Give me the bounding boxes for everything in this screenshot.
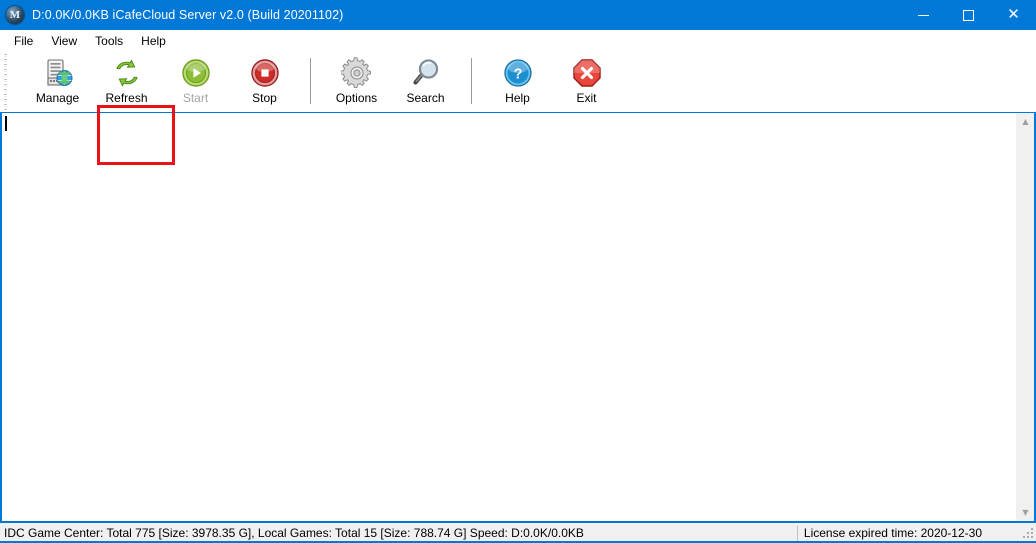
chevron-down-icon[interactable]: ▼ — [1017, 504, 1034, 521]
toolbar-button-stop[interactable]: Stop — [230, 55, 299, 109]
toolbar-button-help[interactable]: ? Help — [483, 55, 552, 109]
play-circle-icon — [180, 57, 212, 89]
minimize-icon — [918, 15, 929, 16]
status-license-text: License expired time: 2020-12-30 — [804, 526, 982, 540]
toolbar-button-manage-label: Manage — [36, 92, 79, 105]
close-icon: ✕ — [1007, 7, 1020, 22]
app-icon[interactable]: M — [6, 6, 24, 24]
refresh-arrows-icon — [111, 57, 143, 89]
close-button[interactable]: ✕ — [991, 0, 1036, 30]
minimize-button[interactable] — [901, 0, 946, 30]
status-divider — [797, 526, 798, 541]
toolbar-drag-grip[interactable] — [2, 54, 11, 110]
toolbar-button-start[interactable]: Start — [161, 55, 230, 109]
status-bar: IDC Game Center: Total 775 [Size: 3978.3… — [0, 522, 1036, 543]
vertical-scrollbar[interactable]: ▲ ▼ — [1016, 113, 1034, 521]
toolbar-button-help-label: Help — [505, 92, 530, 105]
scrollbar-track[interactable] — [1017, 130, 1034, 504]
toolbar-button-refresh[interactable]: Refresh — [92, 55, 161, 109]
resize-grip[interactable] — [1022, 527, 1034, 539]
toolbar-button-options-label: Options — [336, 92, 377, 105]
help-circle-icon: ? — [502, 57, 534, 89]
toolbar-button-options[interactable]: Options — [322, 55, 391, 109]
magnifier-icon — [410, 57, 442, 89]
toolbar-separator-1 — [310, 58, 311, 104]
toolbar: Manage Refresh — [0, 53, 1036, 112]
menu-item-tools[interactable]: Tools — [86, 32, 132, 50]
window-controls: ✕ — [901, 0, 1036, 30]
application-window: M D:0.0K/0.0KB iCafeCloud Server v2.0 (B… — [0, 0, 1036, 543]
toolbar-button-exit[interactable]: Exit — [552, 55, 621, 109]
maximize-icon — [963, 10, 974, 21]
status-left-text: IDC Game Center: Total 775 [Size: 3978.3… — [0, 526, 584, 540]
app-icon-letter: M — [10, 10, 20, 21]
stop-circle-icon — [249, 57, 281, 89]
toolbar-button-refresh-label: Refresh — [105, 92, 147, 105]
toolbar-button-exit-label: Exit — [576, 92, 596, 105]
toolbar-button-search-label: Search — [406, 92, 444, 105]
toolbar-button-start-label: Start — [183, 92, 208, 105]
menu-bar: File View Tools Help — [0, 30, 1036, 53]
log-panel: ▲ ▼ — [0, 112, 1036, 522]
server-globe-icon — [42, 57, 74, 89]
menu-item-help[interactable]: Help — [132, 32, 175, 50]
text-caret — [5, 116, 7, 131]
toolbar-button-search[interactable]: Search — [391, 55, 460, 109]
gear-icon — [341, 57, 373, 89]
chevron-up-icon[interactable]: ▲ — [1017, 113, 1034, 130]
toolbar-button-manage[interactable]: Manage — [23, 55, 92, 109]
svg-text:?: ? — [513, 66, 522, 82]
menu-item-view[interactable]: View — [42, 32, 86, 50]
window-title: D:0.0K/0.0KB iCafeCloud Server v2.0 (Bui… — [32, 8, 343, 22]
exit-octagon-icon — [571, 57, 603, 89]
toolbar-button-stop-label: Stop — [252, 92, 277, 105]
menu-item-file[interactable]: File — [5, 32, 42, 50]
log-text-area[interactable] — [2, 113, 1016, 521]
toolbar-separator-2 — [471, 58, 472, 104]
maximize-button[interactable] — [946, 0, 991, 30]
title-bar[interactable]: M D:0.0K/0.0KB iCafeCloud Server v2.0 (B… — [0, 0, 1036, 30]
